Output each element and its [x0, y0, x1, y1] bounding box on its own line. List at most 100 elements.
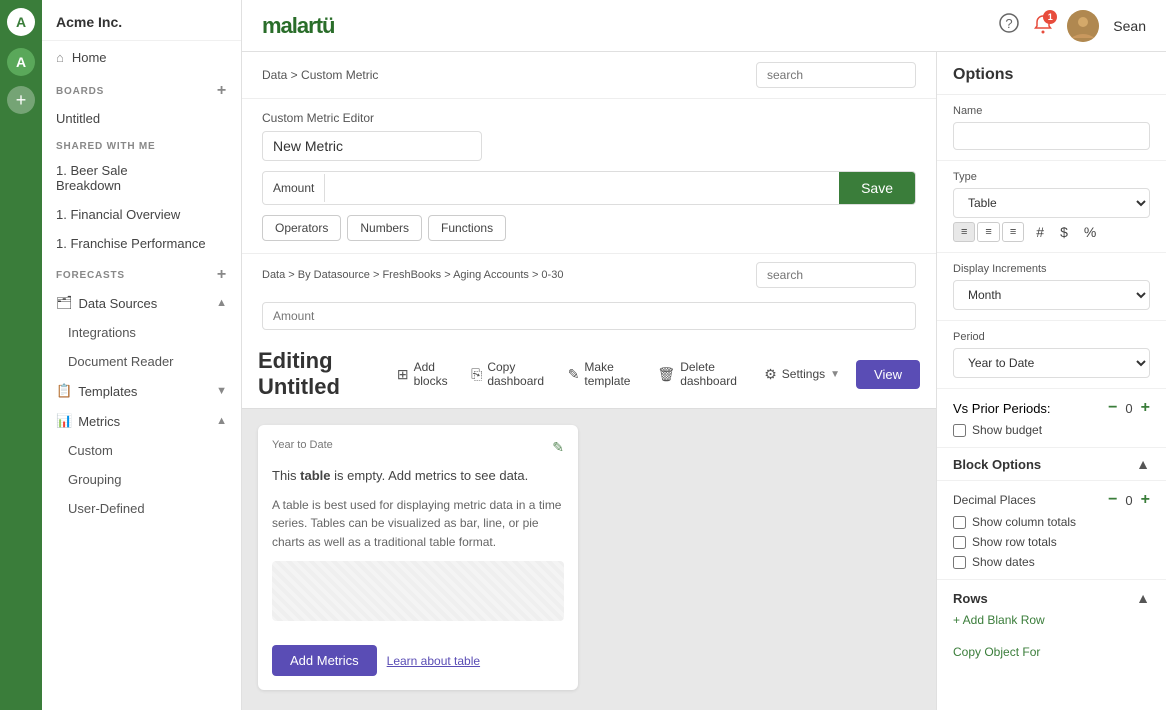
settings-icon: ⚙: [764, 366, 777, 383]
show-column-totals-label: Show column totals: [972, 515, 1076, 529]
vs-prior-decrement-button[interactable]: −: [1108, 399, 1117, 417]
rp-show-row-totals-row: Show row totals: [953, 535, 1150, 549]
rp-alignment-group: ≡ ≡ ≡: [953, 222, 1024, 242]
nav-data-sources[interactable]: 🗂 Data Sources ▲: [42, 288, 241, 318]
templates-chevron: ▼: [216, 385, 227, 397]
nav-integrations[interactable]: Integrations: [42, 318, 241, 347]
block-options-collapse-button[interactable]: ▲: [1136, 456, 1150, 472]
show-dates-checkbox[interactable]: [953, 556, 966, 569]
boards-section-header: BOARDS +: [42, 74, 241, 104]
decimal-value: 0: [1125, 493, 1132, 508]
green-avatar[interactable]: A: [7, 48, 35, 76]
forecasts-add-button[interactable]: +: [217, 266, 227, 284]
align-center-button[interactable]: ≡: [977, 222, 999, 242]
left-navigation: Acme Inc. ⌂ Home BOARDS + Untitled SHARE…: [42, 0, 242, 710]
username: Sean: [1113, 18, 1146, 34]
metric-editor: Custom Metric Editor Amount Save Operato…: [242, 99, 936, 253]
amount-field-row: [242, 296, 936, 340]
functions-button[interactable]: Functions: [428, 215, 506, 241]
show-column-totals-checkbox[interactable]: [953, 516, 966, 529]
nav-custom[interactable]: Custom: [42, 436, 241, 465]
percent-symbol-button[interactable]: %: [1080, 222, 1100, 242]
nav-templates[interactable]: 📋 Templates ▼: [42, 376, 241, 406]
make-template-icon: ✎: [568, 366, 580, 383]
dashboard-area: Editing Untitled ⊞ Add blocks ⎘ Copy das…: [242, 340, 936, 710]
rp-decimal-stepper: − 0 +: [1108, 491, 1150, 509]
nav-franchise[interactable]: 1. Franchise Performance: [42, 229, 241, 258]
rp-name-input[interactable]: [953, 122, 1150, 150]
align-right-button[interactable]: ≡: [1002, 222, 1024, 242]
rp-vs-prior-row: Vs Prior Periods: − 0 +: [953, 399, 1150, 417]
show-dates-label: Show dates: [972, 555, 1035, 569]
vs-prior-increment-button[interactable]: +: [1141, 399, 1150, 417]
user-avatar[interactable]: [1067, 10, 1099, 42]
nav-metrics[interactable]: 📊 Metrics ▲: [42, 406, 241, 436]
add-metrics-button[interactable]: Add Metrics: [272, 645, 377, 676]
decimal-decrement-button[interactable]: −: [1108, 491, 1117, 509]
operators-button[interactable]: Operators: [262, 215, 341, 241]
datasource-path: Data > By Datasource > FreshBooks > Agin…: [262, 269, 563, 281]
svg-text:?: ?: [1006, 16, 1013, 31]
settings-chevron-icon: ▼: [830, 369, 840, 380]
metric-formula-row: Amount Save: [262, 171, 916, 205]
nav-untitled[interactable]: Untitled: [42, 104, 241, 133]
add-blocks-action[interactable]: ⊞ Add blocks: [397, 360, 455, 388]
top-bar: malartü ? 1: [242, 0, 1166, 52]
show-row-totals-checkbox[interactable]: [953, 536, 966, 549]
nav-financial[interactable]: 1. Financial Overview: [42, 200, 241, 229]
metric-name-input[interactable]: [262, 131, 482, 161]
dashboard-title: Editing Untitled: [258, 348, 397, 400]
show-row-totals-label: Show row totals: [972, 535, 1057, 549]
home-icon: ⌂: [56, 50, 64, 65]
card-header: Year to Date ✎: [272, 439, 564, 456]
rp-type-section: Type Table Chart Number Text ≡ ≡ ≡ # $: [937, 161, 1166, 253]
make-template-action[interactable]: ✎ Make template: [568, 360, 642, 388]
rp-period-select[interactable]: This Month Last Month Quarter to Date Ye…: [953, 348, 1150, 378]
boards-add-button[interactable]: +: [217, 82, 227, 100]
dollar-symbol-button[interactable]: $: [1056, 222, 1072, 242]
nav-home[interactable]: ⌂ Home: [42, 41, 241, 74]
notifications-bell[interactable]: 1: [1033, 14, 1053, 37]
metric-editor-label: Custom Metric Editor: [262, 111, 916, 125]
align-left-button[interactable]: ≡: [953, 222, 975, 242]
nav-document-reader[interactable]: Document Reader: [42, 347, 241, 376]
rp-vs-stepper: − 0 +: [1108, 399, 1150, 417]
main-content: malartü ? 1: [242, 0, 1166, 710]
options-title: Options: [937, 52, 1166, 95]
amount-input[interactable]: [262, 302, 916, 330]
breadcrumb-row: Data > Custom Metric: [242, 52, 936, 99]
top-search-input[interactable]: [756, 62, 916, 88]
company-name: Acme Inc.: [42, 0, 241, 41]
copy-object-for[interactable]: Copy Object For: [937, 637, 1166, 667]
decimal-increment-button[interactable]: +: [1141, 491, 1150, 509]
rp-type-select[interactable]: Table Chart Number Text: [953, 188, 1150, 218]
rp-type-label: Type: [953, 171, 1150, 183]
datasource-search-input[interactable]: [756, 262, 916, 288]
settings-action[interactable]: ⚙ Settings ▼: [764, 366, 840, 383]
nav-user-defined[interactable]: User-Defined: [42, 494, 241, 523]
delete-dashboard-action[interactable]: 🗑 Delete dashboard: [657, 360, 748, 388]
add-blank-row-button[interactable]: + Add Blank Row: [953, 613, 1045, 627]
rp-name-section: Name: [937, 95, 1166, 161]
rp-display-increments-select[interactable]: Day Week Month Quarter Year: [953, 280, 1150, 310]
rp-block-options-header: Block Options ▲: [937, 448, 1166, 481]
copy-dashboard-action[interactable]: ⎘ Copy dashboard: [471, 360, 552, 388]
hash-symbol-button[interactable]: #: [1032, 222, 1048, 242]
icon-sidebar: A A +: [0, 0, 42, 710]
save-button[interactable]: Save: [839, 172, 915, 204]
show-budget-checkbox[interactable]: [953, 424, 966, 437]
card-edit-icon[interactable]: ✎: [552, 439, 564, 456]
top-avatar[interactable]: A: [7, 8, 35, 36]
rows-collapse-button[interactable]: ▲: [1136, 590, 1150, 606]
datasource-row: Data > By Datasource > FreshBooks > Agin…: [242, 253, 936, 296]
numbers-button[interactable]: Numbers: [347, 215, 422, 241]
learn-table-link[interactable]: Learn about table: [387, 654, 480, 668]
nav-beer-sale[interactable]: 1. Beer SaleBreakdown: [42, 156, 241, 200]
rp-format-buttons: ≡ ≡ ≡ # $ %: [953, 222, 1150, 242]
rp-rows-header: Rows ▲: [953, 590, 1150, 606]
help-icon[interactable]: ?: [999, 13, 1019, 38]
view-button[interactable]: View: [856, 360, 920, 389]
add-workspace-button[interactable]: +: [7, 86, 35, 114]
nav-grouping[interactable]: Grouping: [42, 465, 241, 494]
dashboard-toolbar: Editing Untitled ⊞ Add blocks ⎘ Copy das…: [242, 340, 936, 409]
